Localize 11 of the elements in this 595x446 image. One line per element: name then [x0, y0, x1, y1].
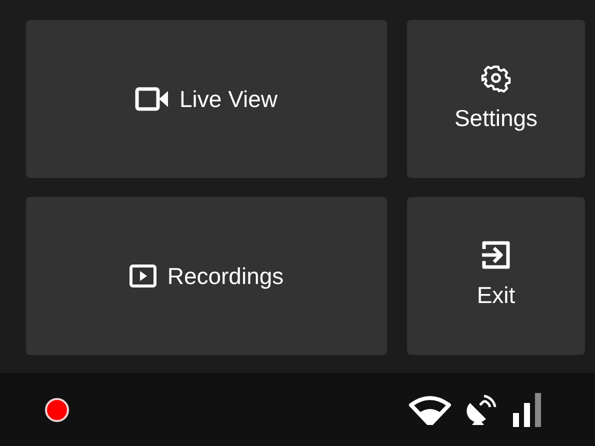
menu-tile[interactable]: Settings	[407, 20, 585, 178]
settings-icon	[481, 62, 511, 93]
wifi-icon	[408, 394, 452, 424]
menu-tile[interactable]: Live View	[26, 20, 387, 178]
video-camera-icon	[135, 87, 170, 111]
menu-tile[interactable]: Exit	[407, 197, 585, 355]
exit-icon	[480, 240, 512, 270]
play-icon	[129, 264, 158, 288]
menu-tile[interactable]: Recordings	[26, 197, 387, 355]
signal-bars-icon	[512, 392, 542, 426]
satellite-dish-icon	[466, 392, 498, 426]
